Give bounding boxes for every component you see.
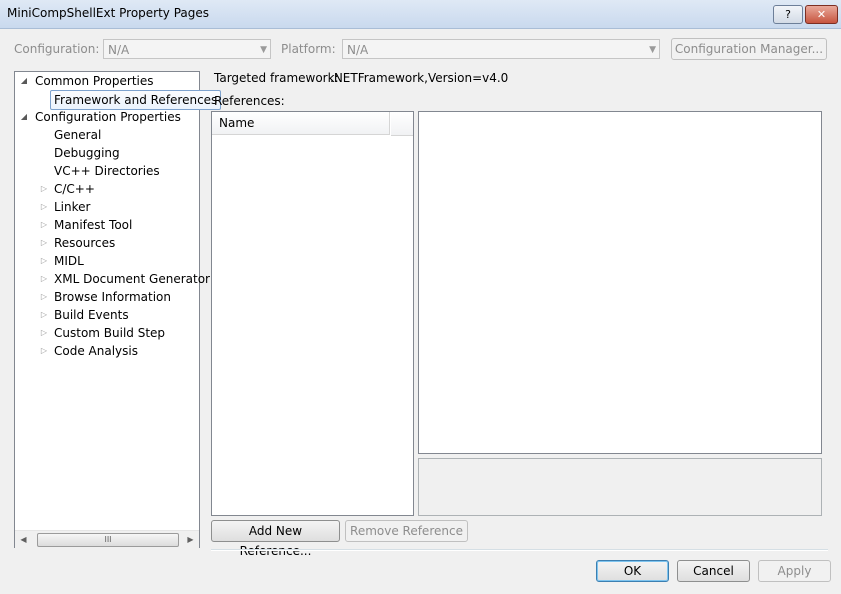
tree-item-linker[interactable]: Linker (54, 198, 90, 216)
collapsed-arrow-icon[interactable]: ▷ (39, 198, 49, 216)
help-button[interactable]: ? (773, 5, 803, 24)
add-new-reference-button[interactable]: Add New Reference... (211, 520, 340, 558)
expanded-arrow-icon[interactable]: ◢ (19, 72, 29, 90)
property-description-panel (418, 458, 822, 516)
tree-item-xml-document-generator[interactable]: XML Document Generator (54, 270, 210, 288)
collapsed-arrow-icon[interactable]: ▷ (39, 324, 49, 342)
configuration-value: N/A (108, 43, 130, 57)
targeted-framework-label: Targeted framework: (214, 71, 339, 85)
chevron-down-icon: ▼ (260, 45, 267, 55)
tree-item-build-events[interactable]: Build Events (54, 306, 129, 324)
title-bar: MiniCompShellExt Property Pages ? ✕ (0, 0, 841, 29)
remove-reference-button[interactable]: Remove Reference (345, 520, 468, 542)
window-title: MiniCompShellExt Property Pages (7, 6, 210, 20)
configuration-dropdown[interactable]: N/A ▼ (103, 39, 271, 59)
tree-item-general[interactable]: General (54, 126, 101, 144)
configuration-manager-button[interactable]: Configuration Manager... (671, 38, 827, 60)
tree-item-debugging[interactable]: Debugging (54, 144, 120, 162)
platform-label: Platform: (281, 42, 336, 56)
collapsed-arrow-icon[interactable]: ▷ (39, 288, 49, 306)
apply-button[interactable]: Apply (758, 560, 831, 582)
platform-value: N/A (347, 43, 369, 57)
configuration-label: Configuration: (14, 42, 100, 56)
close-button[interactable]: ✕ (805, 5, 838, 24)
collapsed-arrow-icon[interactable]: ▷ (39, 270, 49, 288)
collapsed-arrow-icon[interactable]: ▷ (39, 180, 49, 198)
tree-item-custom-build-step[interactable]: Custom Build Step (54, 324, 165, 342)
scroll-left-icon[interactable]: ◀ (15, 531, 32, 548)
tree-item-cpp[interactable]: C/C++ (54, 180, 95, 198)
tree-item-resources[interactable]: Resources (54, 234, 115, 252)
collapsed-arrow-icon[interactable]: ▷ (39, 342, 49, 360)
footer-divider (211, 549, 828, 551)
collapsed-arrow-icon[interactable]: ▷ (39, 306, 49, 324)
targeted-framework-value: .NETFramework,Version=v4.0 (330, 71, 509, 85)
property-tree[interactable]: ◢ Common Properties Framework and Refere… (14, 71, 222, 548)
collapsed-arrow-icon[interactable]: ▷ (39, 252, 49, 270)
column-header-filler (391, 112, 413, 136)
tree-item-code-analysis[interactable]: Code Analysis (54, 342, 138, 360)
tree-item-midl[interactable]: MIDL (54, 252, 84, 270)
platform-dropdown[interactable]: N/A ▼ (342, 39, 660, 59)
collapsed-arrow-icon[interactable]: ▷ (39, 216, 49, 234)
collapsed-arrow-icon[interactable]: ▷ (39, 234, 49, 252)
ok-button[interactable]: OK (596, 560, 669, 582)
references-label: References: (214, 94, 285, 108)
tree-item-framework-and-references[interactable]: Framework and References (50, 90, 222, 110)
tree-item-common-properties[interactable]: Common Properties (35, 72, 154, 90)
tree-item-browse-information[interactable]: Browse Information (54, 288, 171, 306)
references-list[interactable]: Name (211, 111, 414, 516)
tree-item-vc-directories[interactable]: VC++ Directories (54, 162, 160, 180)
scrollbar-thumb[interactable]: III (37, 533, 179, 547)
cancel-button[interactable]: Cancel (677, 560, 750, 582)
tree-item-configuration-properties[interactable]: Configuration Properties (35, 108, 181, 126)
reference-properties-grid[interactable] (418, 111, 822, 454)
name-column-header[interactable]: Name (212, 112, 390, 135)
tree-horizontal-scrollbar[interactable]: ◀ III ▶ (15, 530, 199, 548)
chevron-down-icon: ▼ (649, 45, 656, 55)
scroll-right-icon[interactable]: ▶ (182, 531, 199, 548)
tree-item-manifest-tool[interactable]: Manifest Tool (54, 216, 132, 234)
expanded-arrow-icon[interactable]: ◢ (19, 108, 29, 126)
